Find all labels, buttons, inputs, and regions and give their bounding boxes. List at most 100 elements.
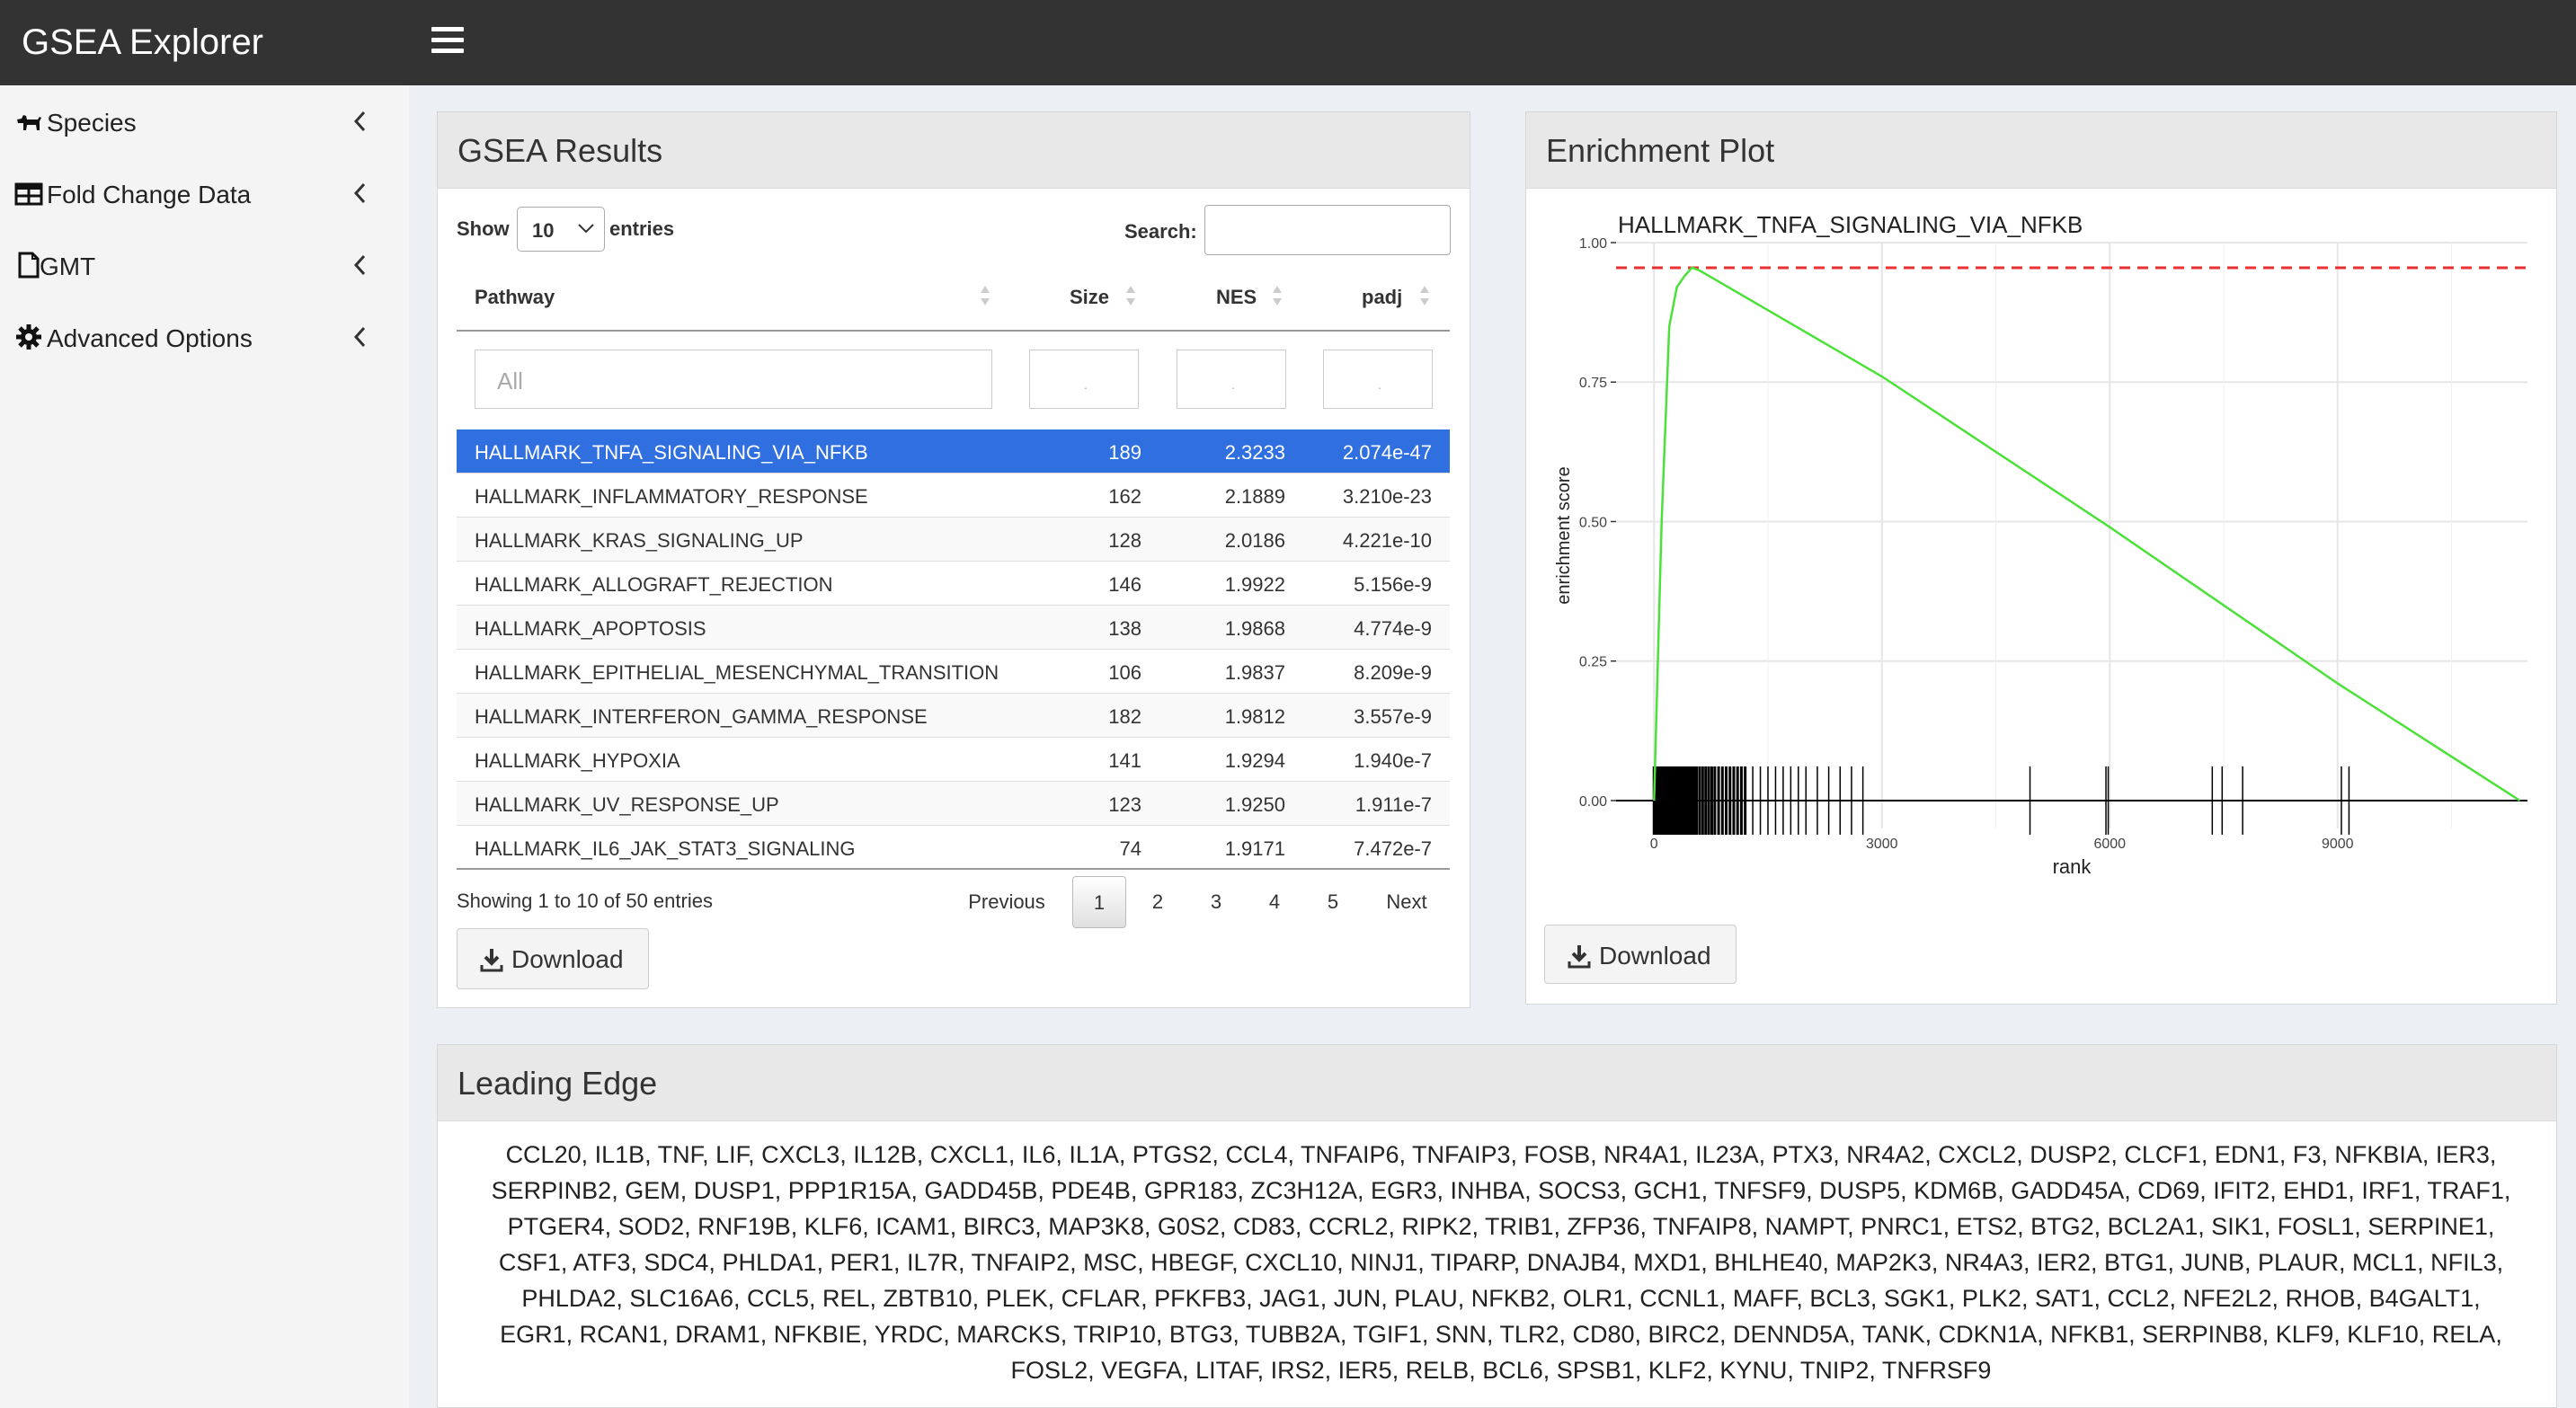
cell-nes: 1.9922 <box>1224 573 1285 596</box>
cell-nes: 2.0186 <box>1224 529 1285 552</box>
cell-pathway: HALLMARK_INTERFERON_GAMMA_RESPONSE <box>475 705 928 728</box>
pagination-page-4[interactable]: 4 <box>1248 876 1301 928</box>
sidebar-toggle-icon[interactable] <box>431 27 464 58</box>
top-navbar: GSEA Explorer <box>0 0 2576 85</box>
cell-size: 141 <box>1108 749 1141 772</box>
cell-size: 138 <box>1108 617 1141 640</box>
button-label: Download <box>1599 942 1711 970</box>
pagination-page-2[interactable]: 2 <box>1131 876 1185 928</box>
cell-padj: 8.209e-9 <box>1354 661 1432 684</box>
cell-nes: 2.3233 <box>1224 441 1285 464</box>
enrichment-chart: 0.00 0.25 0.50 0.75 1.00 0 3000 6000 9000 rank enr… <box>1554 236 2527 878</box>
panel-header: GSEA Results <box>438 112 1470 189</box>
sidebar-item-species[interactable]: Species <box>0 85 409 157</box>
x-tick-label: 6000 <box>2093 837 2126 852</box>
column-header-pathway[interactable]: Pathway <box>475 286 555 309</box>
download-plot-button[interactable]: Download <box>1544 925 1737 984</box>
sidebar-item-label: Species <box>47 109 137 137</box>
pathway-filter-input[interactable]: All <box>475 350 992 409</box>
table-row[interactable]: HALLMARK_KRAS_SIGNALING_UP 128 2.0186 4.… <box>457 518 1450 562</box>
sort-icon[interactable] <box>1124 282 1137 309</box>
table-row[interactable]: HALLMARK_APOPTOSIS 138 1.9868 4.774e-9 <box>457 606 1450 650</box>
cell-pathway: HALLMARK_HYPOXIA <box>475 749 680 772</box>
chevron-left-icon[interactable] <box>351 251 369 279</box>
gene-line: PTGER4, SOD2, RNF19B, KLF6, ICAM1, BIRC3… <box>507 1213 2495 1240</box>
gear-icon <box>16 324 41 350</box>
download-icon <box>480 949 503 972</box>
chevron-left-icon[interactable] <box>351 107 369 136</box>
y-tick-label: 0.00 <box>1579 794 1607 810</box>
cell-pathway: HALLMARK_IL6_JAK_STAT3_SIGNALING <box>475 837 856 860</box>
table-row[interactable]: HALLMARK_UV_RESPONSE_UP 123 1.9250 1.911… <box>457 782 1450 826</box>
panel-title: Leading Edge <box>457 1065 658 1102</box>
sidebar-item-advanced-options[interactable]: Advanced Options <box>0 301 409 373</box>
column-header-size[interactable]: Size <box>1070 286 1109 309</box>
table-row[interactable]: HALLMARK_IL6_JAK_STAT3_SIGNALING 74 1.91… <box>457 826 1450 870</box>
nes-filter-input[interactable]: . <box>1177 350 1286 409</box>
padj-filter-input[interactable]: . <box>1323 350 1433 409</box>
chevron-left-icon[interactable] <box>351 179 369 208</box>
panel-title: Enrichment Plot <box>1546 132 1775 169</box>
sort-icon[interactable] <box>979 282 991 309</box>
cell-size: 106 <box>1108 661 1141 684</box>
table-row[interactable]: HALLMARK_INFLAMMATORY_RESPONSE 162 2.188… <box>457 474 1450 518</box>
download-results-button[interactable]: Download <box>457 928 649 989</box>
search-input[interactable] <box>1204 205 1451 255</box>
gene-line: SERPINB2, GEM, DUSP1, PPP1R15A, GADD45B,… <box>491 1177 2511 1204</box>
sidebar-item-gmt[interactable]: GMT <box>0 229 409 301</box>
table-row[interactable]: HALLMARK_TNFA_SIGNALING_VIA_NFKB 189 2.3… <box>457 429 1450 474</box>
chevron-left-icon[interactable] <box>351 323 369 351</box>
button-label: Download <box>511 945 624 973</box>
gene-line: FOSL2, VEGFA, LITAF, IRS2, IER5, RELB, B… <box>1010 1357 1992 1384</box>
pagination-page-5[interactable]: 5 <box>1306 876 1360 928</box>
sidebar-item-fold-change-data[interactable]: Fold Change Data <box>0 157 409 229</box>
cell-padj: 4.774e-9 <box>1354 617 1432 640</box>
page-length-select[interactable]: 10 <box>517 207 605 252</box>
panel-header: Leading Edge <box>438 1045 2556 1121</box>
dog-icon <box>17 115 41 130</box>
cell-padj: 2.074e-47 <box>1342 441 1432 464</box>
cell-pathway: HALLMARK_EPITHELIAL_MESENCHYMAL_TRANSITI… <box>475 661 999 684</box>
table-info: Showing 1 to 10 of 50 entries <box>457 890 713 912</box>
page-length-value: 10 <box>532 219 555 242</box>
cell-pathway: HALLMARK_TNFA_SIGNALING_VIA_NFKB <box>475 441 868 464</box>
cell-size: 162 <box>1108 485 1141 508</box>
sort-icon[interactable] <box>1418 282 1431 309</box>
header-divider <box>457 330 1450 332</box>
sidebar-item-label: GMT <box>40 252 96 280</box>
cell-size: 182 <box>1108 705 1141 728</box>
x-tick-label: 9000 <box>2322 837 2354 852</box>
gene-line: CCL20, IL1B, TNF, LIF, CXCL3, IL12B, CXC… <box>505 1141 2497 1168</box>
cell-padj: 1.940e-7 <box>1354 749 1432 772</box>
panel-header: Enrichment Plot <box>1526 112 2556 189</box>
cell-nes: 1.9812 <box>1224 705 1285 728</box>
cell-padj: 1.911e-7 <box>1355 793 1432 816</box>
cell-pathway: HALLMARK_KRAS_SIGNALING_UP <box>475 529 804 552</box>
sort-icon[interactable] <box>1271 282 1284 309</box>
cell-size: 123 <box>1108 793 1141 816</box>
size-filter-input[interactable]: . <box>1029 350 1139 409</box>
table-row[interactable]: HALLMARK_EPITHELIAL_MESENCHYMAL_TRANSITI… <box>457 650 1450 694</box>
pagination-page-3[interactable]: 3 <box>1189 876 1243 928</box>
y-axis-label: enrichment score <box>1554 466 1574 604</box>
column-header-nes[interactable]: NES <box>1216 286 1257 309</box>
pagination-previous[interactable]: Previous <box>956 876 1057 928</box>
table-row[interactable]: HALLMARK_INTERFERON_GAMMA_RESPONSE 182 1… <box>457 694 1450 738</box>
sidebar-item-label: Advanced Options <box>47 324 253 352</box>
cell-size: 189 <box>1108 441 1141 464</box>
table-row[interactable]: HALLMARK_HYPOXIA 141 1.9294 1.940e-7 <box>457 738 1450 782</box>
entries-label: entries <box>609 217 675 240</box>
cell-size: 128 <box>1108 529 1141 552</box>
cell-nes: 1.9294 <box>1224 749 1285 772</box>
pagination-page-1[interactable]: 1 <box>1072 876 1126 928</box>
column-header-padj[interactable]: padj <box>1362 286 1402 309</box>
cell-padj: 5.156e-9 <box>1354 573 1432 596</box>
enrichment-curve <box>1653 266 2521 802</box>
x-tick-label: 0 <box>1650 837 1658 852</box>
pagination-next[interactable]: Next <box>1371 876 1443 928</box>
cell-size: 146 <box>1108 573 1141 596</box>
x-axis-label: rank <box>2053 855 2092 878</box>
table-row[interactable]: HALLMARK_ALLOGRAFT_REJECTION 146 1.9922 … <box>457 562 1450 606</box>
cell-pathway: HALLMARK_INFLAMMATORY_RESPONSE <box>475 485 868 508</box>
y-tick-label: 0.25 <box>1579 655 1607 670</box>
